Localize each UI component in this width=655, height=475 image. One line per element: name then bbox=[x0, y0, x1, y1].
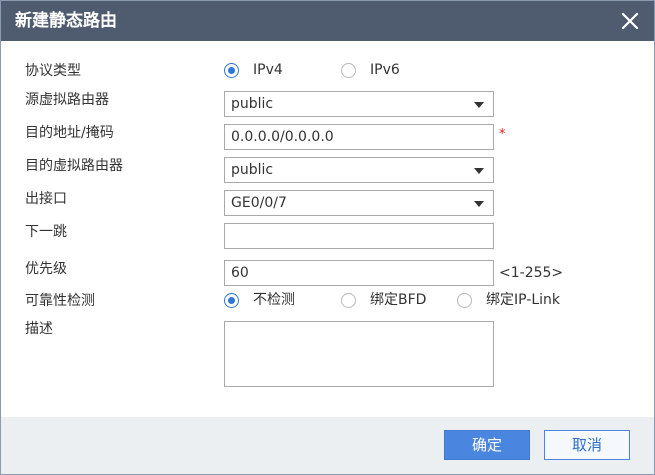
radio-unselected-icon bbox=[457, 293, 472, 308]
dest-vr-label: 目的虚拟路由器 bbox=[25, 158, 123, 174]
reliability-bfd-label: 绑定BFD bbox=[370, 292, 427, 308]
reliability-label: 可靠性检测 bbox=[25, 293, 95, 309]
chevron-down-icon bbox=[474, 102, 484, 108]
static-route-dialog: 新建静态路由 协议类型 IPv4 IPv6 源虚拟路由器 public 目的地址… bbox=[0, 0, 655, 475]
priority-range-hint: <1-255> bbox=[499, 265, 564, 281]
dest-vr-select[interactable]: public bbox=[224, 157, 494, 183]
protocol-type-label: 协议类型 bbox=[25, 63, 81, 79]
cancel-button[interactable]: 取消 bbox=[544, 430, 630, 460]
radio-unselected-icon bbox=[341, 293, 356, 308]
radio-selected-icon bbox=[224, 293, 239, 308]
dialog-titlebar: 新建静态路由 bbox=[1, 1, 654, 41]
next-hop-input[interactable] bbox=[224, 223, 494, 249]
next-hop-label: 下一跳 bbox=[25, 224, 67, 240]
dialog-footer: 确定 取消 bbox=[1, 417, 654, 474]
protocol-ipv4-label: IPv4 bbox=[253, 62, 283, 78]
description-label: 描述 bbox=[25, 321, 53, 337]
priority-input[interactable]: 60 bbox=[224, 260, 494, 286]
out-interface-select[interactable]: GE0/0/7 bbox=[224, 190, 494, 216]
reliability-none-label: 不检测 bbox=[253, 292, 295, 308]
priority-label: 优先级 bbox=[25, 261, 67, 277]
reliability-iplink-label: 绑定IP-Link bbox=[486, 292, 560, 308]
chevron-down-icon bbox=[474, 201, 484, 207]
source-vr-value: public bbox=[231, 96, 274, 112]
out-interface-value: GE0/0/7 bbox=[231, 195, 287, 211]
required-marker: * bbox=[499, 127, 506, 142]
dest-address-input[interactable]: 0.0.0.0/0.0.0.0 bbox=[224, 124, 494, 150]
radio-unselected-icon bbox=[341, 63, 356, 78]
ok-button[interactable]: 确定 bbox=[444, 430, 530, 460]
dialog-title: 新建静态路由 bbox=[15, 11, 117, 31]
priority-value: 60 bbox=[231, 265, 249, 281]
close-icon[interactable] bbox=[618, 9, 642, 33]
radio-selected-icon bbox=[224, 63, 239, 78]
dest-vr-value: public bbox=[231, 162, 274, 178]
out-interface-label: 出接口 bbox=[25, 191, 67, 207]
source-vr-label: 源虚拟路由器 bbox=[25, 92, 109, 108]
chevron-down-icon bbox=[474, 168, 484, 174]
dest-address-value: 0.0.0.0/0.0.0.0 bbox=[231, 129, 334, 145]
description-textarea[interactable] bbox=[224, 321, 494, 387]
source-vr-select[interactable]: public bbox=[224, 91, 494, 117]
protocol-ipv6-label: IPv6 bbox=[370, 62, 400, 78]
dest-address-label: 目的地址/掩码 bbox=[25, 125, 114, 141]
